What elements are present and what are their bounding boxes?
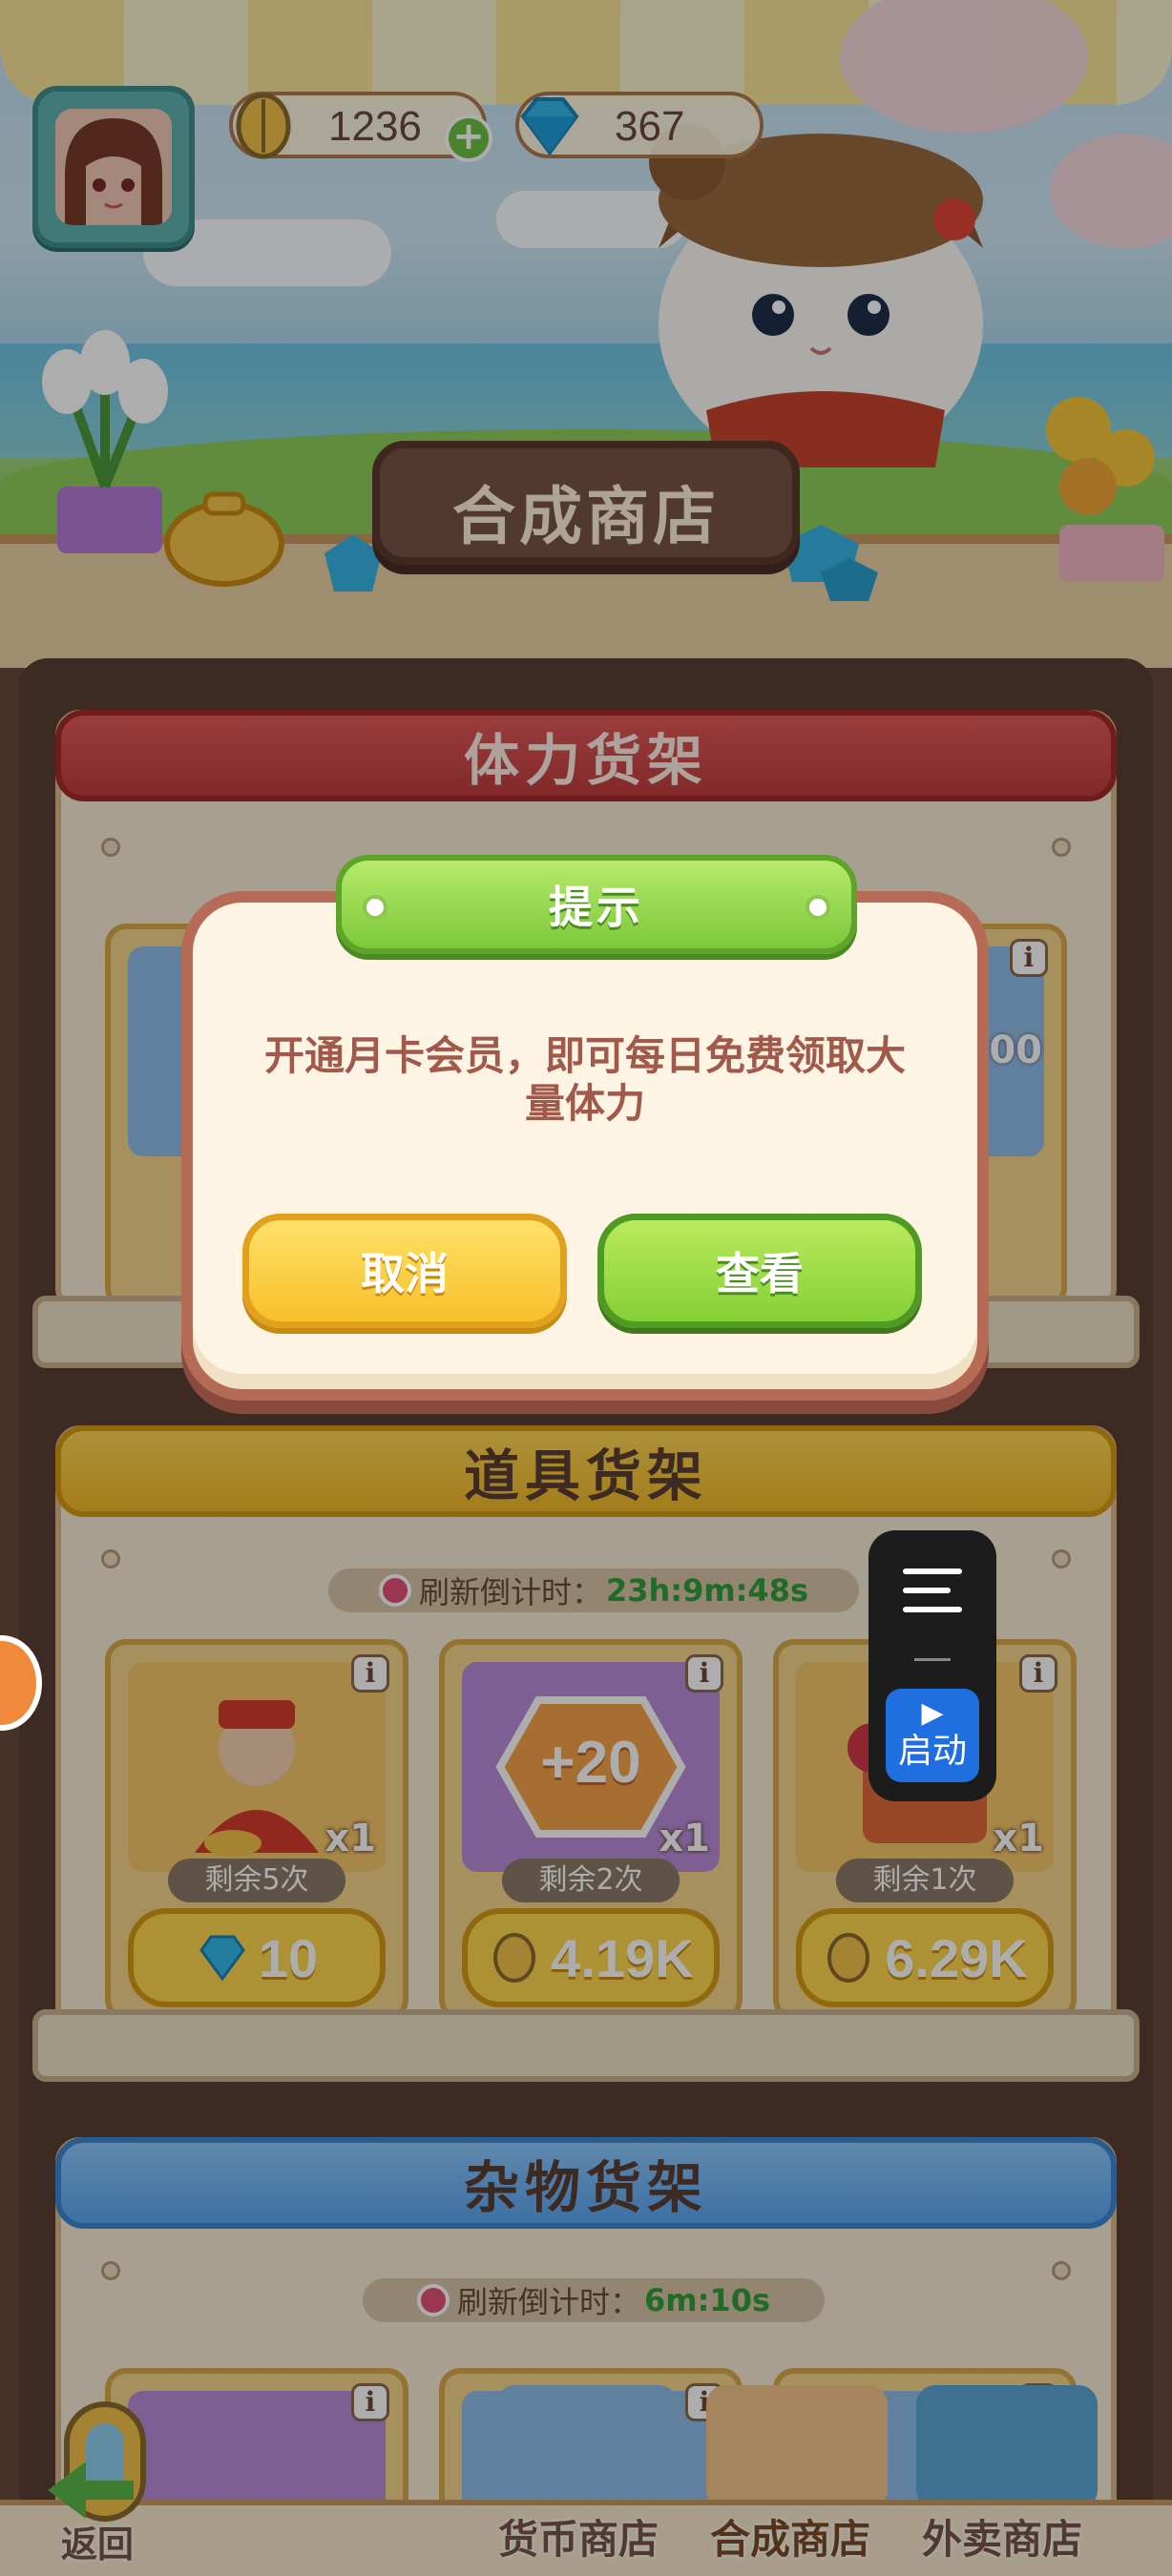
cancel-button[interactable]: 取消 [242, 1214, 567, 1328]
start-label: 启动 [897, 1732, 967, 1771]
collapse-menu-icon[interactable] [903, 1568, 962, 1622]
play-icon: ▶ [921, 1696, 944, 1730]
start-button[interactable]: ▶ 启动 [886, 1689, 979, 1782]
dialog-title: 提示 [549, 882, 644, 933]
dialog-title-tab: 提示 [336, 855, 857, 954]
bolt [806, 895, 830, 920]
dialog-message: 开通月卡会员，即可每日免费领取大量体力 [263, 1032, 906, 1127]
floating-tool-widget: ▶ 启动 [869, 1530, 996, 1801]
hint-dialog: 提示 开通月卡会员，即可每日免费领取大量体力 取消 查看 [181, 855, 989, 1401]
view-button[interactable]: 查看 [597, 1214, 922, 1328]
divider [914, 1658, 951, 1661]
bolt [363, 895, 387, 920]
